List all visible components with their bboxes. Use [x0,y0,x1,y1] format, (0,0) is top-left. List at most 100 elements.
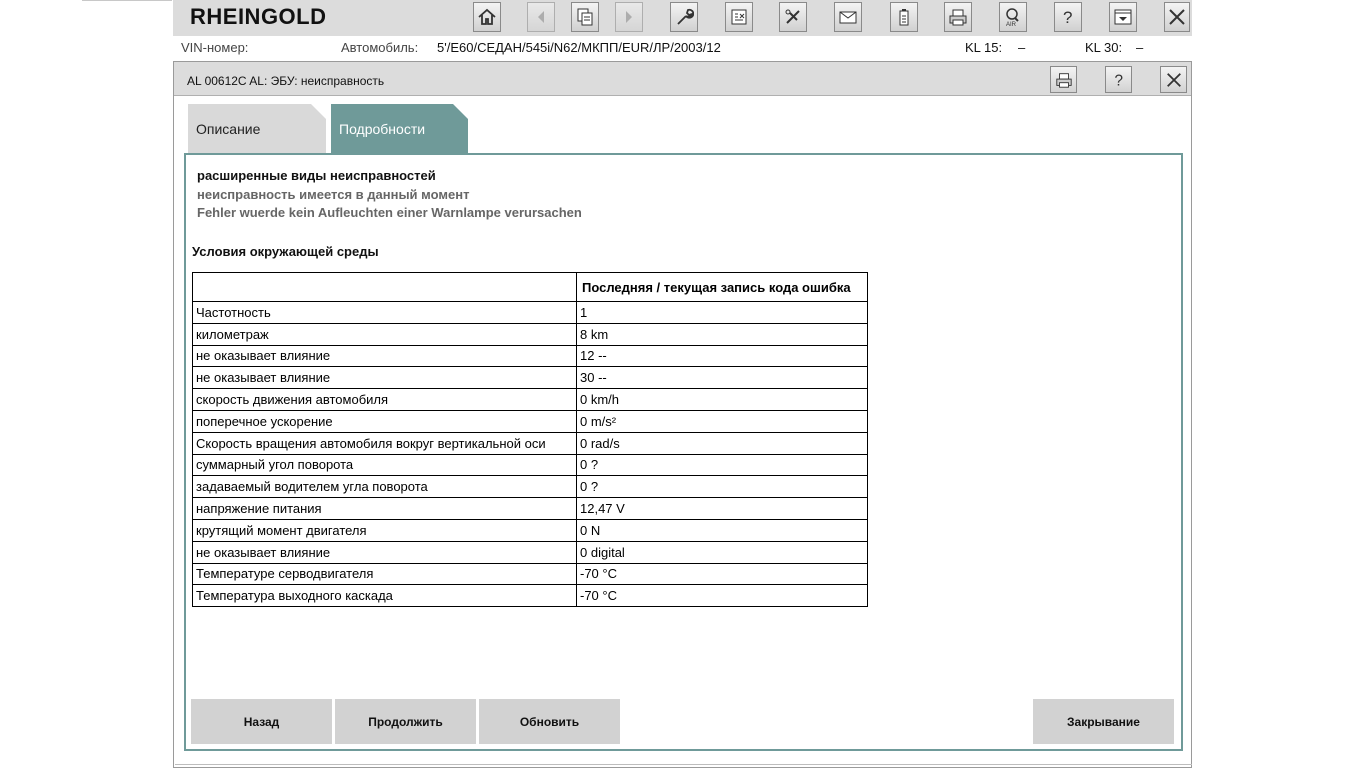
forward-nav-button[interactable] [615,2,643,32]
dialog-title: AL 00612C AL: ЭБУ: неисправность [187,74,385,88]
table-header-row: Последняя / текущая запись кода ошибка [192,272,868,302]
table-row: не оказывает влияние 12 -- [192,344,868,368]
vin-label: VIN-номер: [181,40,249,55]
fault-warning-text: Fehler wuerde kein Aufleuchten einer War… [197,205,582,220]
parameter-value-cell: 30 -- [576,366,868,390]
table-row: поперечное ускорение 0 m/s² [192,409,868,433]
parameter-name-cell: крутящий момент двигателя [192,518,577,542]
table-row: не оказывает влияние 30 -- [192,366,868,390]
kl30-label: KL 30: [1085,40,1123,55]
parameter-value-cell: 8 km [576,322,868,346]
environment-table: Последняя / текущая запись кода ошибка Ч… [192,272,868,608]
parameter-value-cell: 1 [576,301,868,324]
parameter-value-cell: 0 N [576,518,868,542]
parameter-name-cell: задаваемый водителем угла поворота [192,475,577,499]
parameter-name-cell: скорость движения автомобиля [192,388,577,411]
fault-types-heading: расширенные виды неисправностей [197,168,436,183]
table-row: скорость движения автомобиля 0 km/h [192,388,868,411]
kl15-label: KL 15: [965,40,1003,55]
battery-icon [899,9,909,26]
parameter-name-cell: километраж [192,322,577,346]
close-icon [1166,72,1181,87]
dialog-close-button[interactable] [1160,66,1187,93]
battery-button[interactable] [890,2,918,32]
mail-button[interactable] [834,2,862,32]
dialog-help-button[interactable]: ? [1105,66,1132,93]
close-button[interactable]: Закрывание [1033,699,1174,744]
clipboard-icon [731,9,747,25]
parameter-name-cell: не оказывает влияние [192,540,577,564]
parameter-name-cell: не оказывает влияние [192,344,577,368]
kl30-value: – [1136,40,1144,55]
air-search-button[interactable]: AIR [999,2,1027,32]
vehicle-info-bar: VIN-номер: Автомобиль: 5'/E60/СЕДАН/545i… [173,36,1192,60]
tab-description[interactable]: Описание [188,104,326,153]
table-row: Частотность 1 [192,301,868,324]
table-row: напряжение питания 12,47 V [192,497,868,520]
table-row: Температура выходного каскада -70 °C [192,584,868,608]
refresh-button[interactable]: Обновить [479,699,620,744]
table-row: суммарный угол поворота 0 ? [192,453,868,477]
documents-icon [577,8,593,26]
air-search-icon: AIR [1006,8,1019,27]
wrench-icon [677,8,694,25]
kl15-value: – [1018,40,1026,55]
parameter-value-cell: 0 ? [576,475,868,499]
table-row: не оказывает влияние 0 digital [192,540,868,564]
parameter-name-cell: Скорость вращения автомобиля вокруг верт… [192,431,577,455]
print-button[interactable] [944,2,972,32]
back-button[interactable]: Назад [191,699,332,744]
parameter-name-cell: не оказывает влияние [192,366,577,390]
dialog-title-bar: AL 00612C AL: ЭБУ: неисправность ? [174,62,1191,96]
parameter-name-cell: напряжение питания [192,497,577,520]
printer-icon [949,9,967,26]
help-icon: ? [1063,8,1072,27]
fault-present-text: неисправность имеется в данный момент [197,187,470,202]
close-icon [1169,9,1185,25]
tools-icon [785,9,800,24]
printer-icon [1055,72,1072,88]
app-logo: RHEINGOLD [190,4,327,29]
bottom-line [175,764,1192,765]
table-row: километраж 8 km [192,322,868,346]
measure-button[interactable] [725,2,753,32]
parameter-name-cell: Температура выходного каскада [192,584,577,608]
parameter-value-cell: 12,47 V [576,497,868,520]
mail-icon [839,11,857,24]
parameter-value-cell: 0 m/s² [576,409,868,433]
table-row: крутящий момент двигателя 0 N [192,518,868,542]
download-icon [1114,9,1132,25]
help-button[interactable]: ? [1054,2,1082,32]
home-icon [478,8,496,25]
home-button[interactable] [473,2,501,32]
svg-text:?: ? [1114,72,1123,89]
vehicle-value: 5'/E60/СЕДАН/545i/N62/МКПП/EUR/ЛР/2003/1… [437,40,721,55]
back-nav-button[interactable] [527,2,555,32]
dialog-print-button[interactable] [1050,66,1077,93]
tab-details[interactable]: Подробности [331,104,468,153]
svg-text:?: ? [1063,8,1072,27]
parameter-name-cell: суммарный угол поворота [192,453,577,477]
parameter-value-cell: 0 rad/s [576,431,868,455]
fault-detail-dialog: AL 00612C AL: ЭБУ: неисправность ? Описа… [173,61,1192,768]
svg-text:AIR: AIR [1006,22,1017,27]
documents-button[interactable] [571,2,599,32]
table-header-cell: Последняя / текущая запись кода ошибка [576,272,868,302]
parameter-value-cell: 12 -- [576,344,868,368]
app-window: RHEINGOLD AIR ? VIN-номер: Автомобиль: 5… [173,0,1192,768]
back-arrow-icon [538,11,544,23]
tools-button[interactable] [779,2,807,32]
table-row: задаваемый водителем угла поворота 0 ? [192,475,868,499]
vehicle-label: Автомобиль: [341,40,419,55]
title-bar: RHEINGOLD AIR ? [173,0,1192,36]
parameter-value-cell: 0 digital [576,540,868,564]
table-row: Температуре серводвигателя -70 °C [192,562,868,586]
download-button[interactable] [1109,2,1137,32]
continue-button[interactable]: Продолжить [335,699,476,744]
app-close-button[interactable] [1164,2,1190,32]
parameter-value-cell: -70 °C [576,562,868,586]
table-row: Скорость вращения автомобиля вокруг верт… [192,431,868,455]
parameter-name-cell: поперечное ускорение [192,409,577,433]
service-button[interactable] [670,2,698,32]
help-icon: ? [1114,72,1123,89]
